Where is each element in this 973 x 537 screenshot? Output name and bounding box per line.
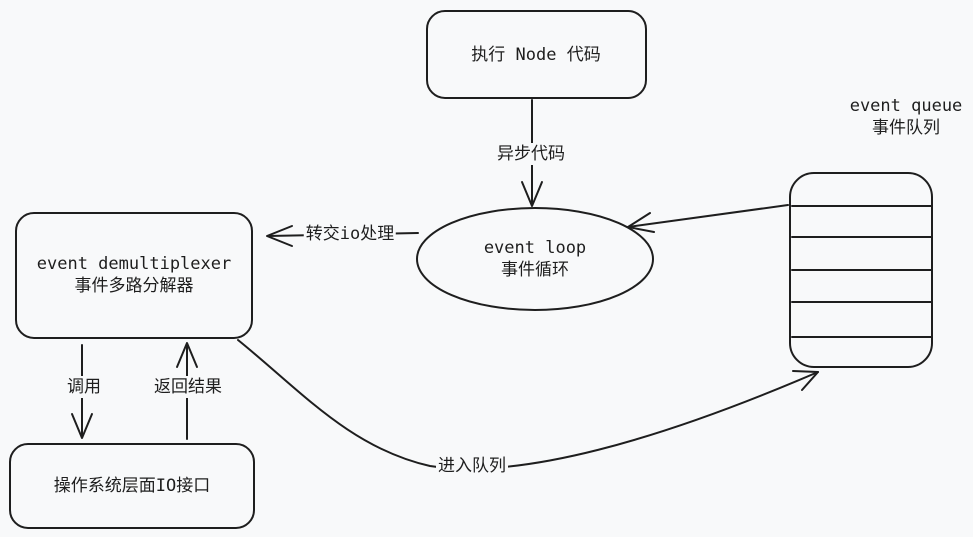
arrow-queue-to-loop <box>627 204 789 228</box>
edge-label-to-io: 转交io处理 <box>303 223 397 245</box>
edge-label-async-code: 异步代码 <box>495 143 567 165</box>
event-queue-label: event queue 事件队列 <box>850 95 963 139</box>
event-loop-label-line1: event loop <box>483 238 587 258</box>
arrow-enter-queue <box>237 339 819 470</box>
edge-label-return-result: 返回结果 <box>152 376 224 398</box>
node-exec-label: 执行 Node 代码 <box>471 45 601 65</box>
event-loop-label-line2: 事件循环 <box>500 260 569 280</box>
event-queue-label-line2: 事件队列 <box>872 118 940 138</box>
edge-label-call: 调用 <box>65 376 103 398</box>
demux-label-line2: 事件多路分解器 <box>74 276 194 296</box>
edge-label-enter-queue: 进入队列 <box>436 455 508 477</box>
demux-label-line1: event demultiplexer <box>36 254 232 274</box>
demux-label: event demultiplexer 事件多路分解器 <box>37 253 231 297</box>
os-io-label: 操作系统层面IO接口 <box>53 476 211 496</box>
event-queue-label-line1: event queue <box>849 96 963 116</box>
diagram-canvas: 执行 Node 代码 event loop 事件循环 event demulti… <box>0 0 973 537</box>
event-loop-label: event loop 事件循环 <box>484 237 586 281</box>
